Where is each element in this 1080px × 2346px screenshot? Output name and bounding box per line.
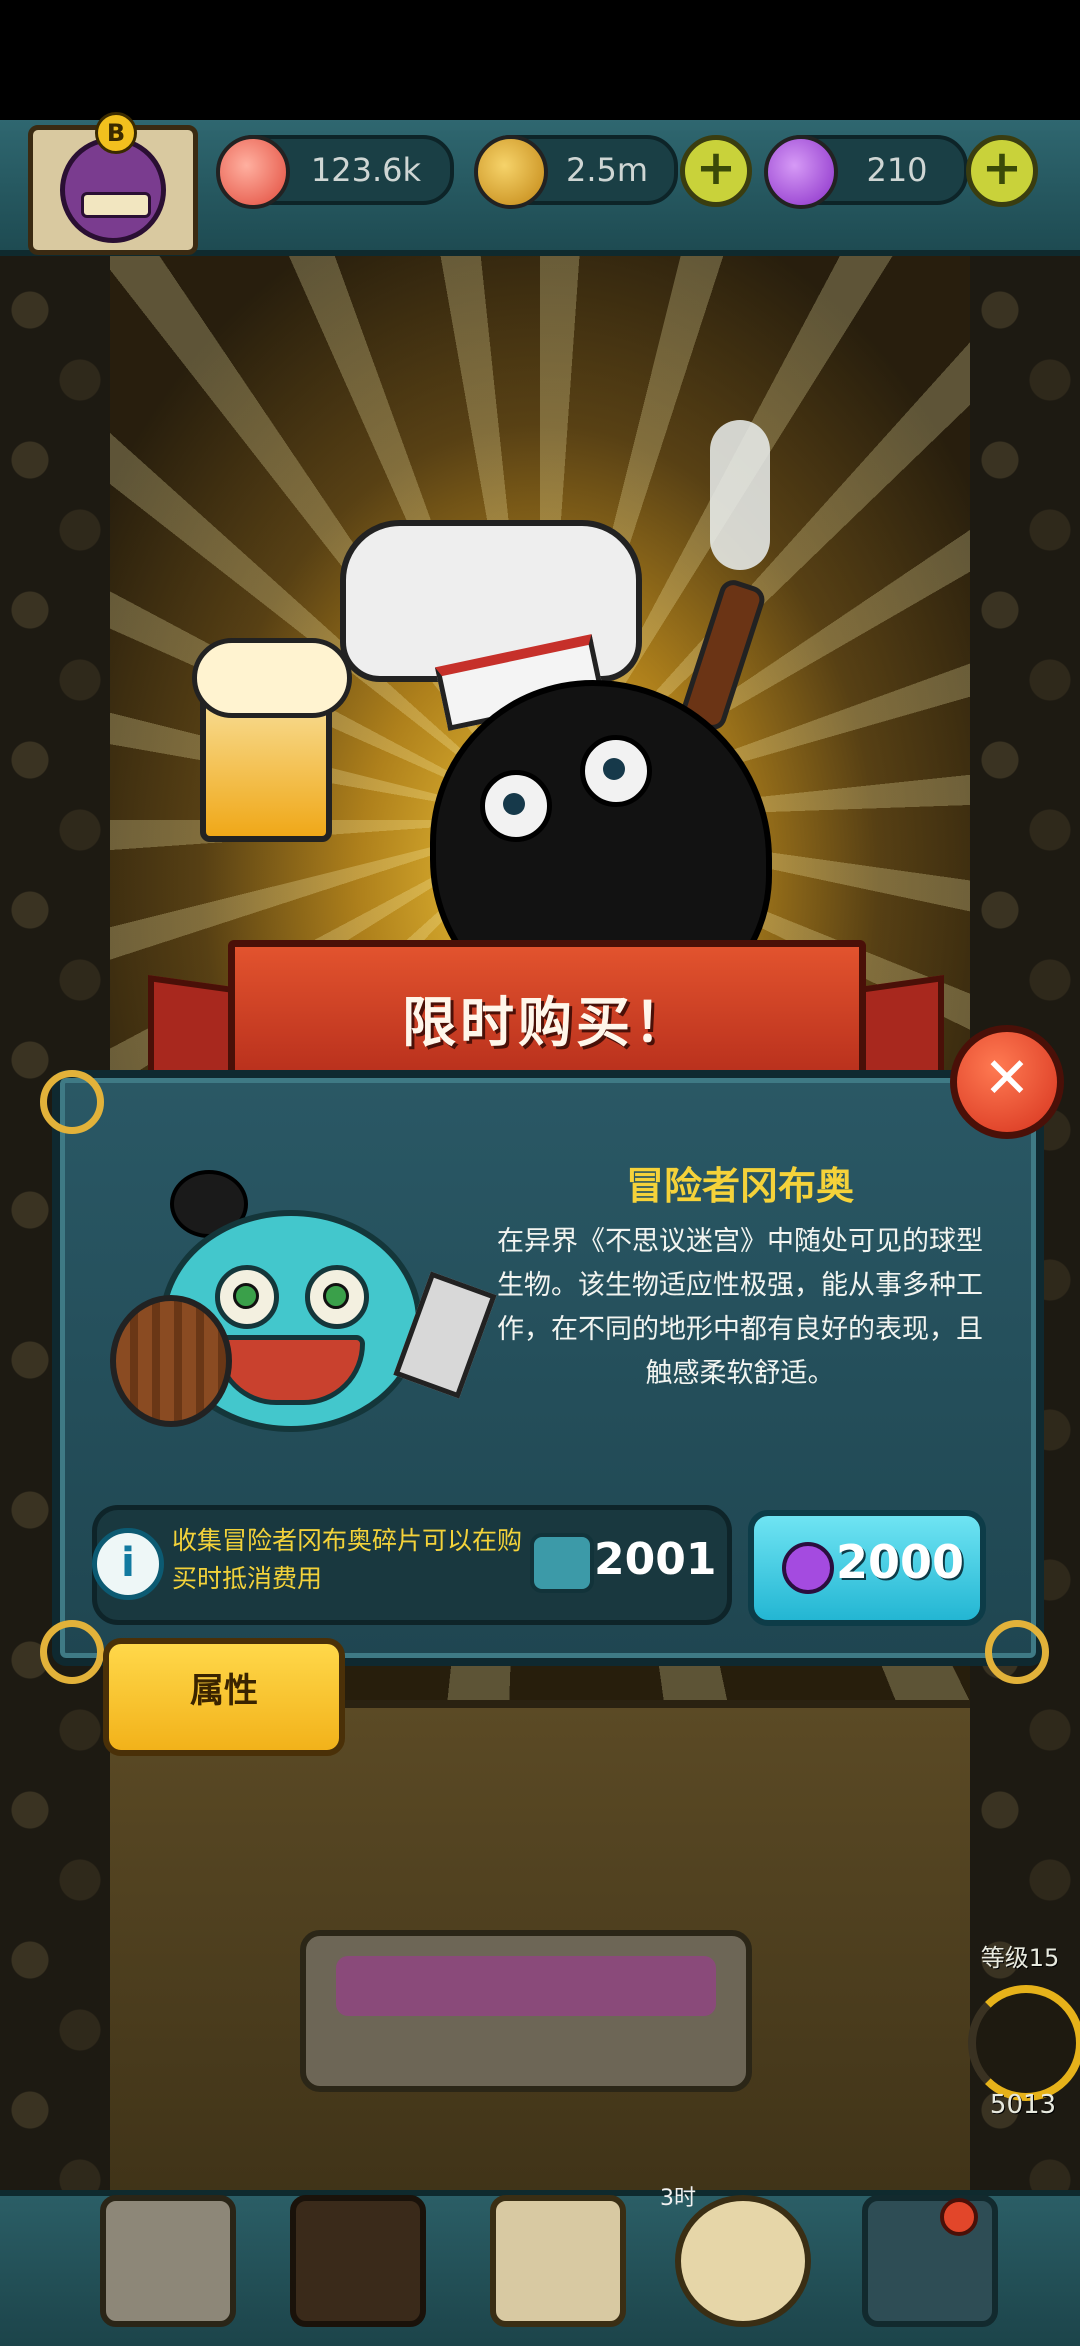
beer-mug-icon — [192, 638, 352, 842]
gumball-fragment-icon — [530, 1533, 594, 1593]
gumball-left-eye-icon — [215, 1265, 279, 1329]
left-eye-icon — [480, 770, 552, 842]
eyeball-icon — [216, 135, 290, 209]
progress-ring-icon[interactable] — [968, 1985, 1080, 2101]
potion-counter: 210 — [764, 135, 968, 209]
coin-icon — [474, 135, 548, 209]
add-potions-button[interactable]: + — [966, 135, 1038, 207]
eyeball-counter: 123.6k — [216, 135, 454, 209]
info-icon[interactable]: i — [92, 1528, 164, 1600]
adventurer-gumball-portrait — [110, 1150, 497, 1450]
fragment-count: 2001 — [594, 1534, 717, 1585]
player-avatar[interactable] — [28, 112, 198, 255]
corner-ornament — [40, 1620, 104, 1684]
wooden-shield-icon — [110, 1295, 232, 1427]
level-label: 等级15 — [980, 1944, 1060, 1972]
add-coins-button[interactable]: + — [680, 135, 752, 207]
eyeball-value: 123.6k — [310, 151, 422, 189]
avatar-portrait-icon — [60, 112, 166, 243]
fragment-info-text: 收集冒险者冈布奥碎片可以在购买时抵消费用 — [172, 1526, 523, 1593]
potion-icon — [764, 135, 838, 209]
chef-gumball-illustration — [180, 420, 840, 1022]
coin-counter: 2.5m — [474, 135, 678, 209]
attributes-tab[interactable]: 属性 — [103, 1638, 345, 1756]
gumball-right-eye-icon — [305, 1265, 369, 1329]
notification-dot — [940, 2198, 978, 2236]
floor-time-label: 3时 — [660, 2186, 696, 2211]
smoke-icon — [710, 420, 770, 570]
progress-value: 5013 — [989, 2090, 1057, 2120]
buy-price: 2000 — [836, 1535, 965, 1589]
buy-button[interactable]: 2000 — [748, 1510, 986, 1626]
character-name: 冒险者冈布奥 — [625, 1164, 854, 1208]
character-description: 在异界《不思议迷宫》中随处可见的球型生物。该生物适应性极强，能从事多种工作，在不… — [497, 1226, 983, 1389]
corner-ornament — [40, 1070, 104, 1134]
corner-ornament — [985, 1620, 1049, 1684]
banner-title: 限时购买！ — [402, 990, 692, 1054]
bathtub — [300, 1930, 752, 2092]
potion-value: 210 — [866, 151, 928, 189]
right-eye-icon — [580, 735, 652, 807]
coin-value: 2.5m — [565, 151, 649, 189]
money-bag-nav-button[interactable] — [675, 2195, 811, 2327]
book-nav-button[interactable] — [490, 2195, 626, 2327]
potion-icon — [782, 1542, 834, 1594]
forge-nav-button[interactable] — [290, 2195, 426, 2327]
close-button[interactable]: ✕ — [950, 1025, 1064, 1139]
castle-nav-button[interactable] — [100, 2195, 236, 2327]
